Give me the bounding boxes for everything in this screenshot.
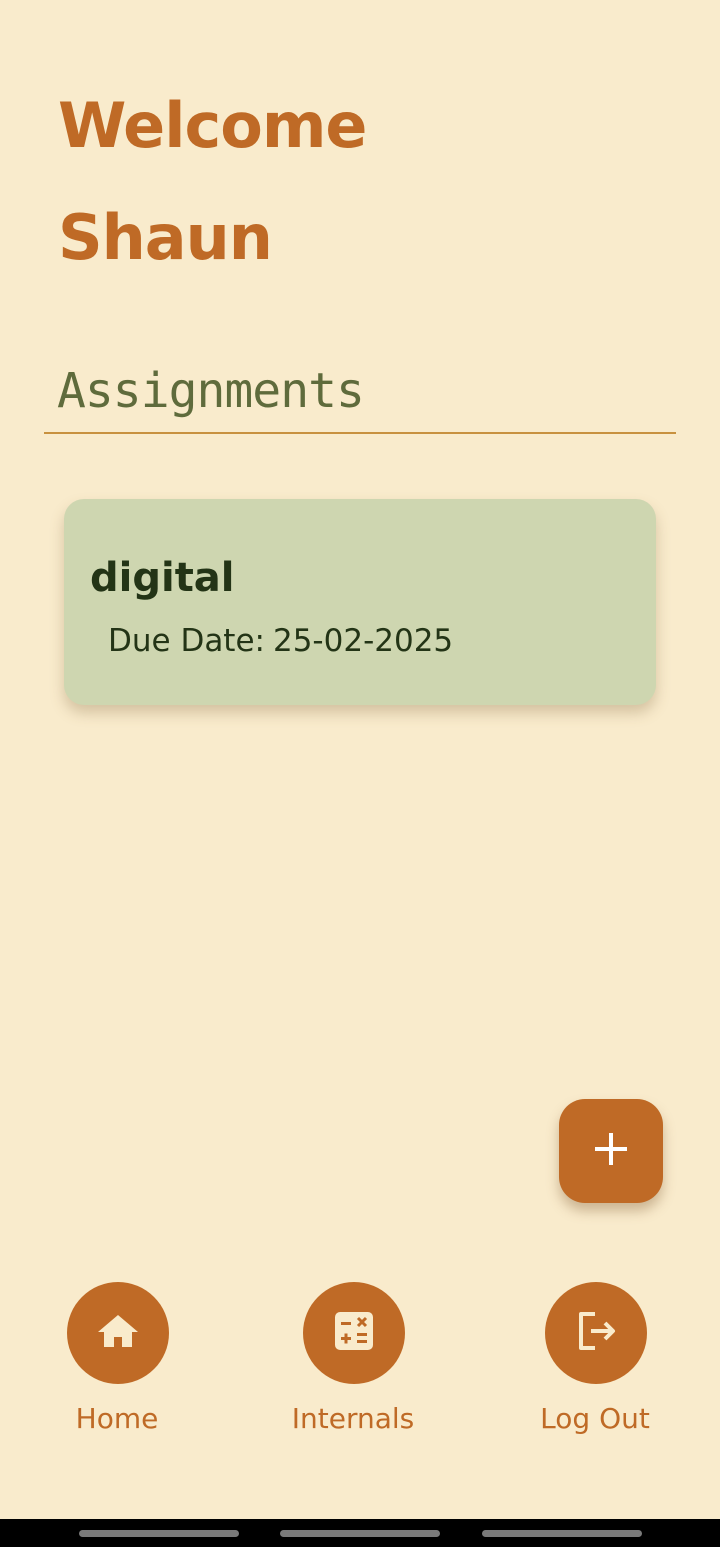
nav-home-button[interactable] bbox=[67, 1282, 169, 1384]
nav-internals-label: Internals bbox=[291, 1402, 415, 1435]
welcome-heading: Welcome Shaun bbox=[58, 70, 367, 294]
assignment-card[interactable]: digital Due Date: 25-02-2025 bbox=[64, 499, 656, 705]
nav-internals[interactable]: Internals bbox=[253, 1282, 453, 1442]
system-nav-handle[interactable] bbox=[79, 1530, 239, 1537]
plus-icon bbox=[593, 1131, 629, 1171]
system-nav-handle[interactable] bbox=[280, 1530, 440, 1537]
assignment-due-date: Due Date: 25-02-2025 bbox=[108, 621, 453, 661]
nav-logout[interactable]: Log Out bbox=[495, 1282, 695, 1442]
system-navigation-bar bbox=[0, 1519, 720, 1547]
welcome-line: Welcome bbox=[58, 89, 367, 162]
assignments-section-title: Assignments bbox=[57, 363, 365, 419]
user-name: Shaun bbox=[58, 201, 273, 274]
logout-icon bbox=[571, 1306, 621, 1360]
due-date-value: 25-02-2025 bbox=[272, 623, 454, 659]
nav-home[interactable]: Home bbox=[17, 1282, 217, 1442]
assignment-title: digital bbox=[90, 555, 235, 601]
nav-internals-button[interactable] bbox=[303, 1282, 405, 1384]
nav-logout-label: Log Out bbox=[540, 1402, 650, 1435]
section-divider bbox=[44, 432, 676, 434]
nav-home-label: Home bbox=[75, 1402, 159, 1435]
calculator-icon bbox=[330, 1307, 378, 1359]
home-icon bbox=[94, 1307, 142, 1359]
nav-logout-button[interactable] bbox=[545, 1282, 647, 1384]
due-date-label: Due Date: bbox=[108, 623, 265, 659]
system-nav-handle[interactable] bbox=[482, 1530, 642, 1537]
add-assignment-button[interactable] bbox=[559, 1099, 663, 1203]
